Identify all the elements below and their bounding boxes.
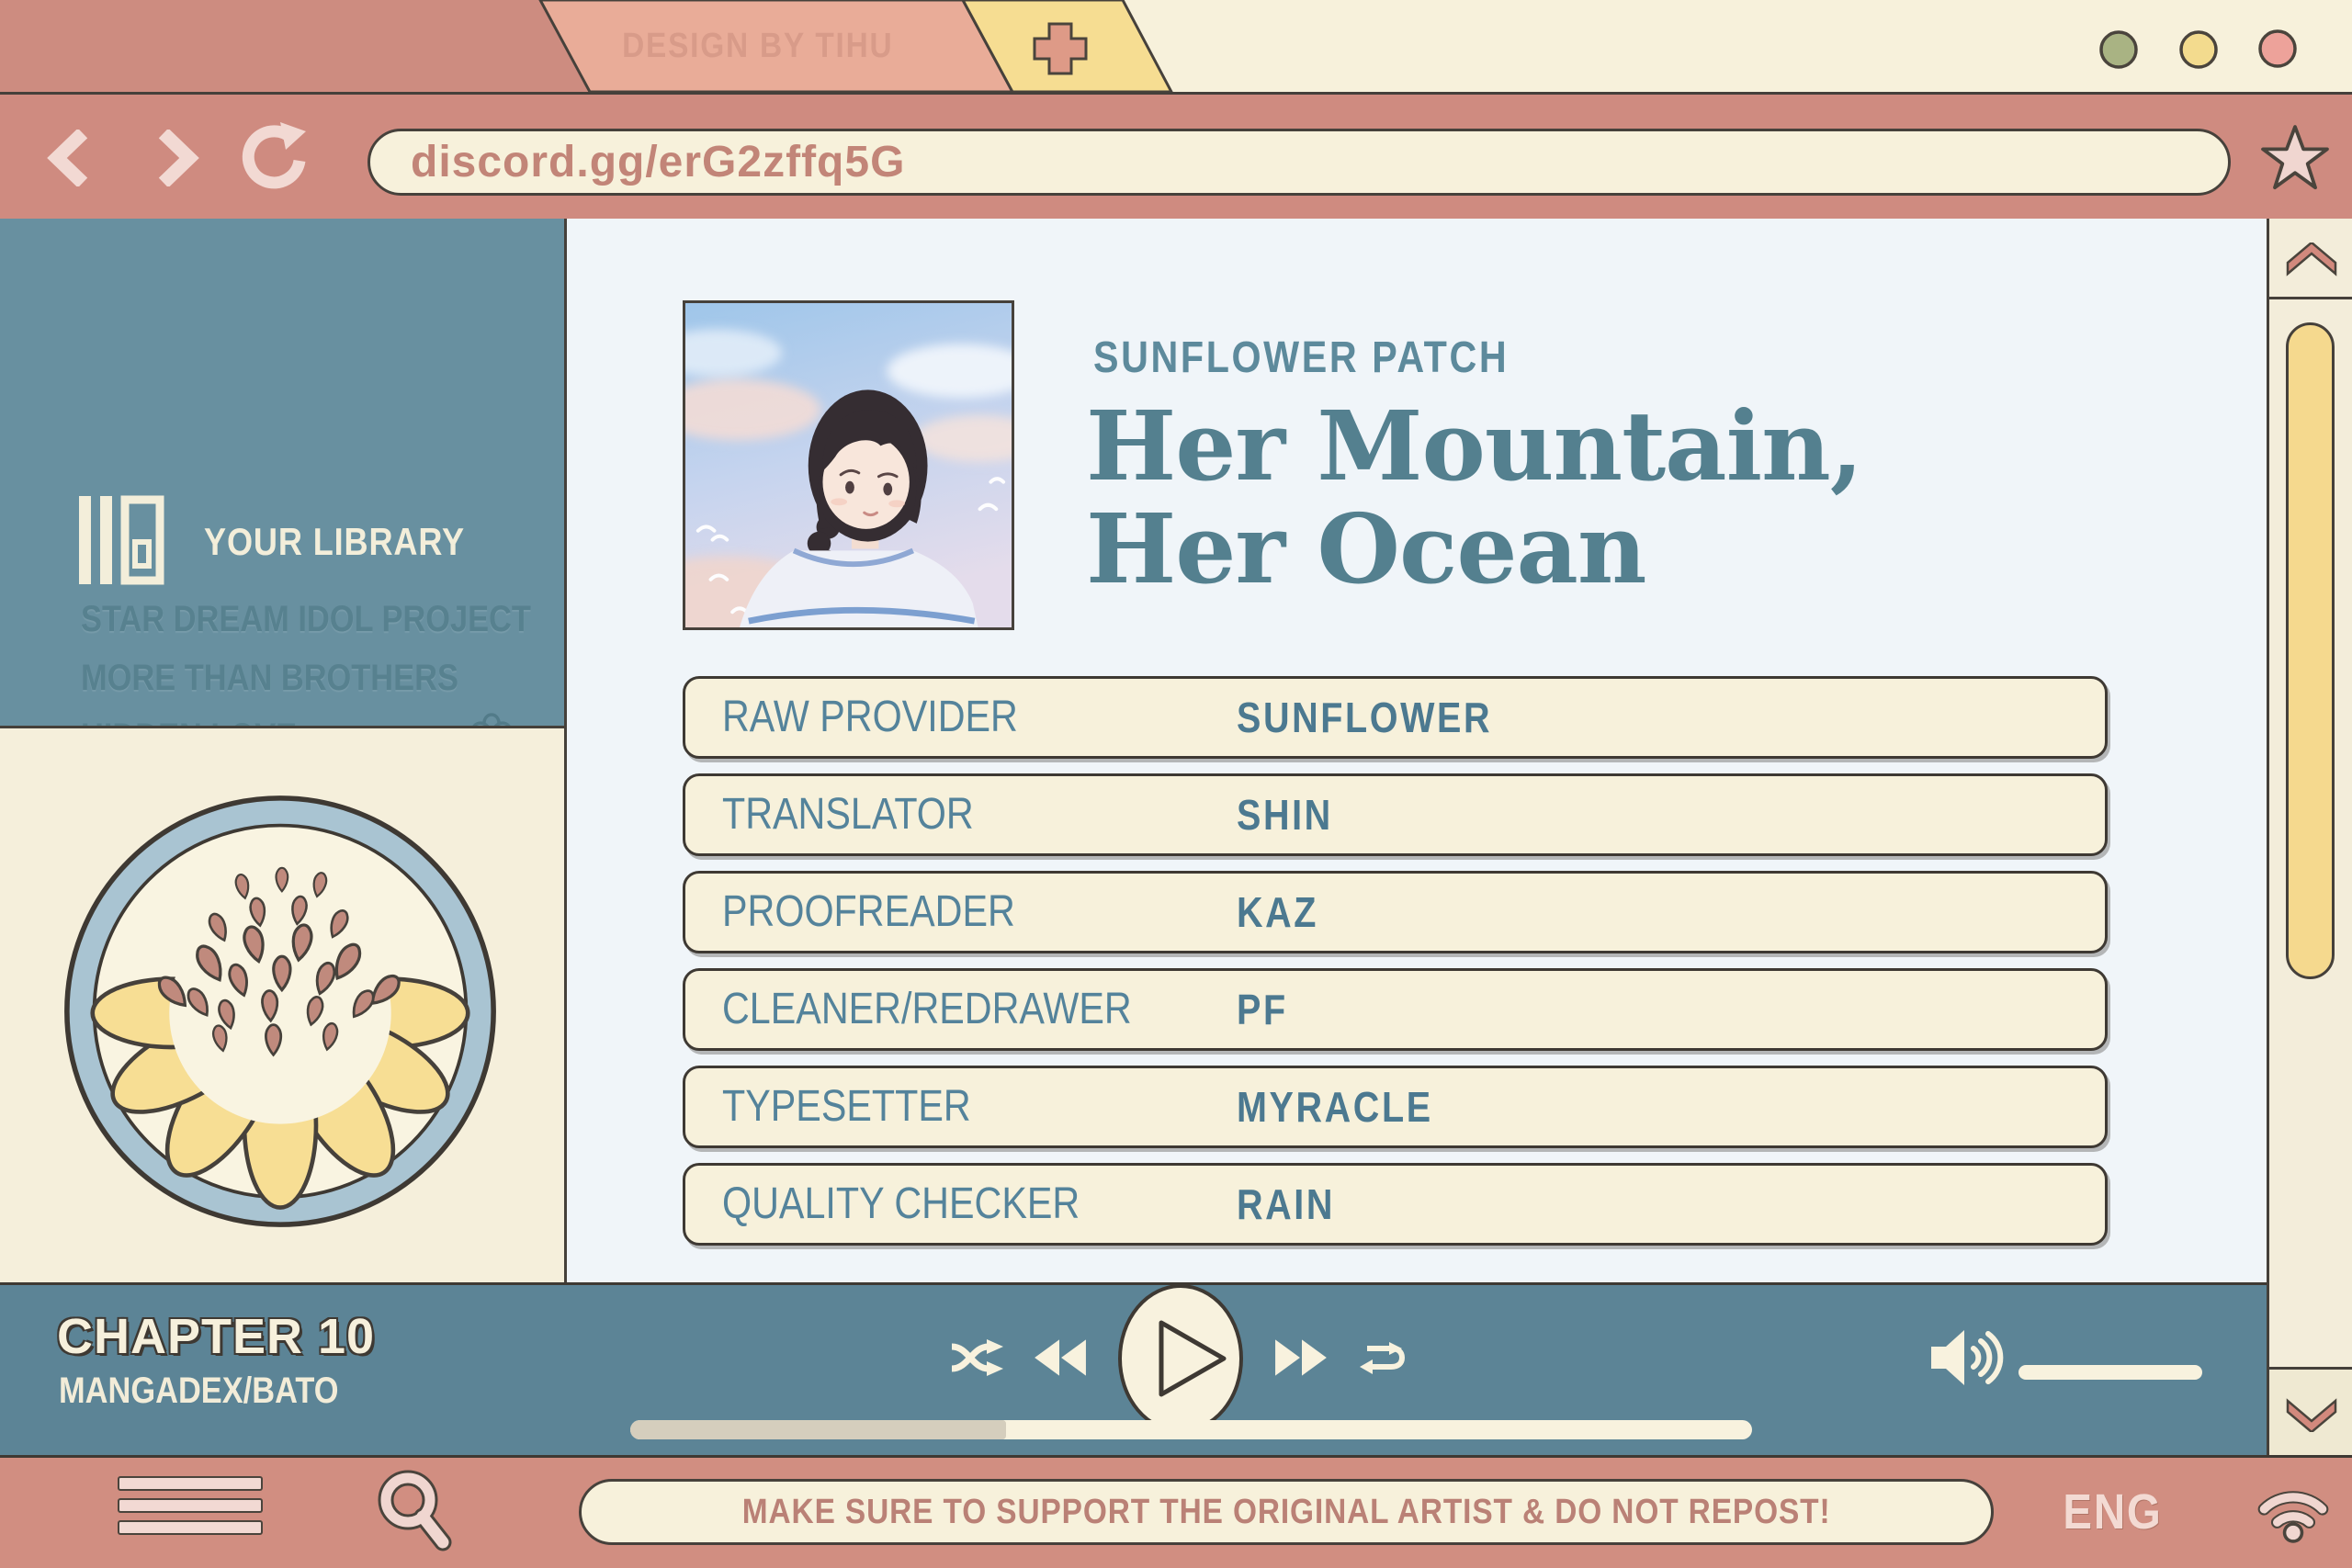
credit-row-cleaner-redrawer: CLEANER/REDRAWER PF (683, 968, 2108, 1051)
traffic-light-pink[interactable] (2258, 29, 2297, 68)
scroll-up-icon (2286, 243, 2337, 276)
credit-name: MYRACLE (1237, 1083, 1433, 1131)
tab-title: DESIGN BY TIHU (622, 27, 894, 65)
scroll-down-button[interactable] (2269, 1367, 2352, 1455)
shuffle-icon[interactable] (948, 1336, 1007, 1380)
language-selector[interactable]: ENG (2056, 1479, 2169, 1545)
forward-icon[interactable] (147, 130, 202, 186)
traffic-light-green[interactable] (2099, 30, 2138, 69)
tab-strip (0, 0, 2352, 92)
status-bar: MAKE SURE TO SUPPORT THE ORIGINAL ARTIST… (0, 1455, 2352, 1568)
credit-role: TRANSLATOR (722, 790, 974, 839)
repeat-icon[interactable] (1356, 1337, 1408, 1378)
app-window: DESIGN BY TIHU discord.gg/erG2zffq5G YOU… (0, 0, 2352, 1568)
search-icon[interactable] (375, 1469, 456, 1553)
scroll-up-button[interactable] (2269, 219, 2352, 299)
source-label: MANGADEX/BATO (59, 1371, 339, 1411)
volume-slider[interactable] (2018, 1365, 2202, 1380)
sunflower-badge (64, 795, 496, 1227)
group-name: SUNFLOWER PATCH (1093, 333, 1510, 382)
url-text: discord.gg/erG2zffq5G (411, 138, 906, 186)
sidebar-item-star-dream-idol-project[interactable]: STAR DREAM IDOL PROJECT (81, 599, 605, 639)
progress-bar[interactable] (630, 1420, 1752, 1439)
scroll-down-icon (2286, 1398, 2337, 1432)
sidebar: YOUR LIBRARY STAR DREAM IDOL PROJECT MOR… (0, 219, 567, 932)
scroll-thumb[interactable] (2286, 322, 2335, 979)
wifi-icon[interactable] (2253, 1480, 2334, 1544)
credit-role: PROOFREADER (722, 887, 1015, 936)
chapter-label: CHAPTER 10 (57, 1309, 376, 1364)
album-art (683, 300, 1014, 630)
refresh-icon[interactable] (234, 120, 308, 196)
traffic-light-yellow[interactable] (2179, 30, 2218, 69)
credit-role: RAW PROVIDER (722, 693, 1018, 741)
credit-name: RAIN (1237, 1180, 1336, 1228)
credit-row-translator: TRANSLATOR SHIN (683, 773, 2108, 856)
page-title-line1: Her Mountain, (1086, 389, 1863, 502)
fast-forward-icon[interactable] (1273, 1336, 1330, 1380)
credit-name: PF (1237, 986, 1288, 1033)
sidebar-item-more-than-brothers[interactable]: MORE THAN BROTHERS (81, 658, 520, 698)
back-icon[interactable] (44, 130, 99, 186)
rewind-icon[interactable] (1031, 1336, 1088, 1380)
star-icon[interactable] (2260, 124, 2330, 194)
url-bar[interactable]: discord.gg/erG2zffq5G (368, 129, 2231, 196)
credit-row-raw-provider: RAW PROVIDER SUNFLOWER (683, 676, 2108, 759)
credit-row-quality-checker: QUALITY CHECKER RAIN (683, 1163, 2108, 1246)
credit-role: QUALITY CHECKER (722, 1179, 1080, 1228)
credit-role: TYPESETTER (722, 1082, 971, 1131)
credit-name: SUNFLOWER (1237, 694, 1493, 741)
browser-toolbar: discord.gg/erG2zffq5G (0, 92, 2352, 219)
progress-fill (630, 1420, 1007, 1439)
play-icon[interactable] (1112, 1280, 1250, 1437)
page-title-line2: Her Ocean (1086, 492, 1647, 605)
library-icon (79, 495, 164, 585)
credit-name: KAZ (1237, 888, 1319, 936)
support-message-banner: MAKE SURE TO SUPPORT THE ORIGINAL ARTIST… (579, 1479, 1994, 1545)
volume-icon[interactable] (1929, 1326, 2008, 1389)
credit-role: CLEANER/REDRAWER (722, 985, 1132, 1033)
credit-row-proofreader: PROOFREADER KAZ (683, 871, 2108, 953)
sidebar-header: YOUR LIBRARY (204, 520, 465, 563)
sidebar-lower-panel (0, 726, 567, 1282)
credit-row-typesetter: TYPESETTER MYRACLE (683, 1066, 2108, 1148)
scrollbar[interactable] (2267, 219, 2352, 1455)
credit-name: SHIN (1237, 791, 1333, 839)
